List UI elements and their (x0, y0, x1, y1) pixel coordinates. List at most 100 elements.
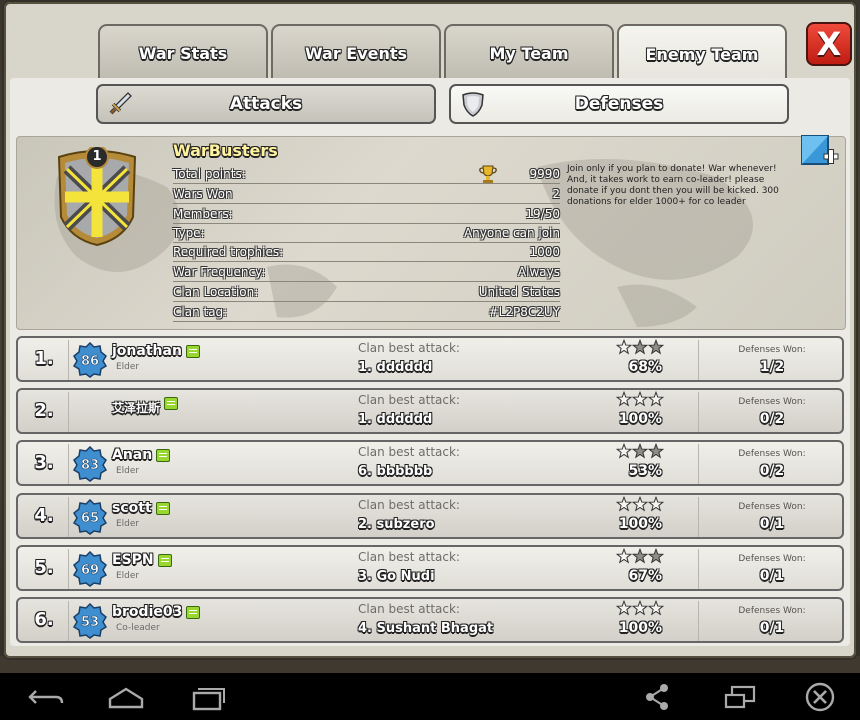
stat-value: Always (517, 265, 560, 279)
close-button[interactable]: X (806, 22, 852, 66)
stars-rating (616, 600, 664, 616)
member-row[interactable]: 3. 83 Anan Elder Clan best attack: 6. bbbbbb 5… (16, 440, 844, 487)
member-row[interactable]: 5. 69 ESPN Elder Clan best attack: 3. Go Nudi… (16, 544, 844, 591)
member-name[interactable]: Anan (112, 447, 152, 463)
member-row[interactable]: 2. 艾泽拉斯 Clan best attack: 1. dddddd 100% Defe… (16, 388, 844, 435)
subtab-attacks[interactable]: Attacks (96, 84, 436, 124)
level-badge-icon: 86 (72, 342, 108, 378)
best-attack-name: 3. Go Nudi (358, 568, 435, 584)
defenses-won-label: Defenses Won: (738, 501, 806, 512)
star-icon (631, 443, 649, 459)
stat-value: 1000 (529, 245, 560, 259)
level-number: 86 (81, 354, 99, 369)
clan-best-attack-label: Clan best attack: (358, 393, 460, 408)
member-name[interactable]: 艾泽拉斯 (112, 399, 160, 416)
tab-war-events[interactable]: War Events (271, 24, 441, 80)
trophy-icon (479, 165, 497, 183)
divider (68, 444, 69, 485)
member-name[interactable]: brodie03 (112, 604, 182, 620)
home-icon[interactable] (104, 681, 148, 713)
chat-icon (186, 345, 200, 358)
defenses-won-value: 0/2 (759, 411, 785, 428)
member-rank: 5. (34, 556, 54, 578)
divider (698, 392, 699, 433)
star-icon (616, 443, 633, 459)
share-icon[interactable] (636, 681, 680, 713)
best-attack-name: 1. dddddd (358, 412, 433, 428)
member-role: Elder (116, 362, 140, 372)
clan-name: WarBusters (173, 141, 278, 160)
stat-clan-tag: Clan tag: #L2P8C2UY (173, 303, 560, 322)
tab-label: War Stats (138, 43, 228, 63)
stat-value: United States (478, 285, 560, 299)
stars-rating (616, 391, 664, 407)
member-name[interactable]: ESPN (112, 552, 154, 568)
stat-total-points: Total points: 9990 (173, 165, 560, 184)
screen-mirror-icon[interactable] (718, 681, 762, 713)
stat-value: 9990 (529, 167, 560, 181)
stat-key: War Frequency: (173, 265, 266, 279)
close-icon: X (816, 25, 842, 63)
level-badge-icon: 69 (72, 550, 108, 587)
divider (698, 601, 699, 641)
chat-icon (156, 449, 170, 463)
shield-icon (462, 92, 484, 117)
recent-apps-icon[interactable] (186, 681, 230, 713)
divider (68, 548, 69, 589)
defenses-won-value: 0/2 (759, 463, 785, 480)
member-row[interactable]: 1. 86 jonathan Elder Clan best attack: 1. ddd… (16, 336, 844, 382)
member-name[interactable]: scott (112, 500, 152, 516)
stat-war-frequency: War Frequency: Always (173, 263, 560, 282)
sword-icon (109, 92, 132, 115)
back-icon[interactable] (24, 681, 68, 713)
tab-war-stats[interactable]: War Stats (98, 24, 268, 80)
destruction-percent: 68% (628, 359, 662, 375)
star-icon (631, 391, 649, 407)
stat-value: 19/50 (525, 207, 560, 221)
defenses-won-label: Defenses Won: (738, 345, 806, 355)
tab-label: My Team (489, 43, 569, 63)
stat-required-trophies: Required trophies: 1000 (173, 243, 560, 262)
member-row[interactable]: 4. 65 scott Elder Clan best attack: 2. subzer… (16, 492, 844, 539)
star-icon (647, 600, 664, 616)
divider (68, 340, 69, 380)
bookmark-add-icon[interactable] (798, 134, 840, 174)
stat-key: Total points: (173, 167, 246, 181)
clan-info-card: 1 WarBusters Total points: 9990 Wars Won… (16, 136, 846, 330)
destruction-percent: 53% (628, 463, 662, 480)
member-rank: 1. (34, 348, 54, 369)
chat-icon (186, 606, 200, 619)
stat-value: Anyone can join (463, 226, 560, 240)
defenses-won-label: Defenses Won: (738, 397, 806, 408)
divider (698, 548, 699, 589)
close-circle-icon[interactable] (798, 681, 842, 713)
member-rank: 6. (34, 609, 54, 630)
star-icon (647, 391, 664, 407)
level-number: 83 (81, 458, 99, 473)
level-number: 69 (81, 563, 99, 578)
divider (68, 496, 69, 537)
member-rank: 3. (34, 452, 54, 474)
star-icon (616, 495, 633, 512)
star-icon (616, 391, 633, 407)
subtab-label: Defenses (574, 94, 664, 114)
level-badge-icon: 65 (72, 498, 108, 535)
member-rank: 4. (34, 504, 54, 526)
stars-rating (616, 547, 664, 564)
divider (698, 340, 699, 380)
star-icon (631, 600, 649, 616)
member-role: Elder (116, 518, 140, 529)
member-row[interactable]: 6. 53 brodie03 Co-leader Clan best attack: 4.… (16, 597, 844, 643)
clan-best-attack-label: Clan best attack: (358, 341, 460, 355)
tab-label: Enemy Team (645, 44, 759, 64)
subtab-defenses[interactable]: Defenses (449, 84, 789, 124)
defenses-won-label: Defenses Won: (738, 553, 806, 564)
member-name[interactable]: jonathan (112, 343, 182, 359)
star-icon (647, 443, 664, 459)
level-badge-icon: 53 (72, 603, 108, 639)
tab-enemy-team[interactable]: Enemy Team (617, 24, 787, 82)
tab-my-team[interactable]: My Team (444, 24, 614, 80)
defenses-won-value: 0/1 (759, 620, 785, 636)
best-attack-name: 4. Sushant Bhagat (358, 621, 494, 636)
clan-best-attack-label: Clan best attack: (358, 602, 460, 616)
